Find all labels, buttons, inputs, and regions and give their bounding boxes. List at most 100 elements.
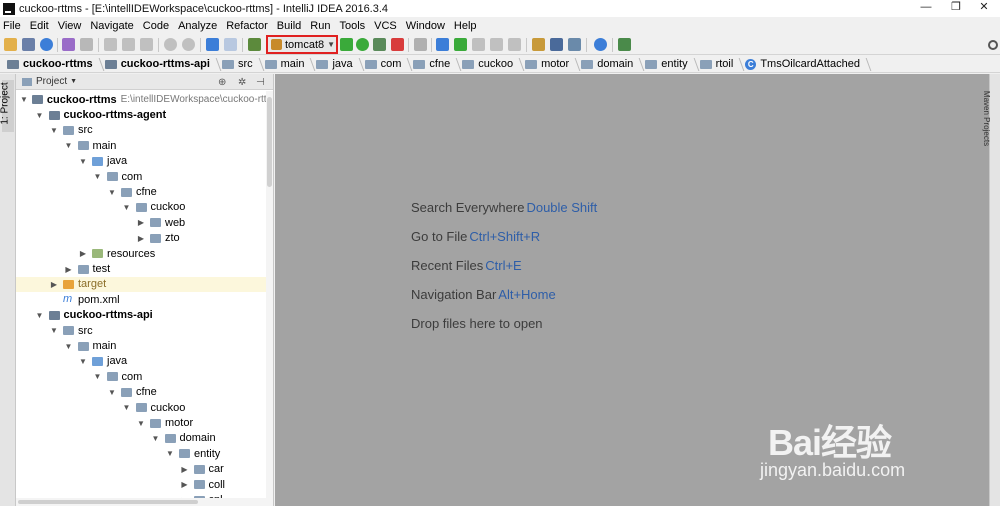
menu-item-tools[interactable]: Tools <box>339 20 365 32</box>
expand-arrow-right-icon[interactable]: ▶ <box>64 265 74 274</box>
settings-icon[interactable] <box>532 38 545 51</box>
breadcrumb-item[interactable]: entity <box>642 56 696 73</box>
project-structure-dialog-icon[interactable] <box>550 38 563 51</box>
expand-arrow-down-icon[interactable]: ▼ <box>64 141 74 150</box>
breadcrumb-item[interactable]: C TmsOilcardAttached <box>742 56 869 73</box>
menu-item-view[interactable]: View <box>58 20 82 32</box>
tree-horizontal-scrollbar[interactable] <box>16 498 266 506</box>
menu-item-code[interactable]: Code <box>143 20 169 32</box>
redo-icon[interactable] <box>80 38 93 51</box>
expand-arrow-down-icon[interactable]: ▼ <box>49 126 59 135</box>
expand-arrow-down-icon[interactable]: ▼ <box>107 388 117 397</box>
expand-arrow-down-icon[interactable]: ▼ <box>35 111 45 120</box>
expand-arrow-down-icon[interactable]: ▼ <box>107 188 117 197</box>
tree-node[interactable]: ▼ motor <box>16 415 266 430</box>
scrollbar-thumb[interactable] <box>267 97 272 187</box>
forward-icon[interactable] <box>224 38 237 51</box>
scrollbar-thumb[interactable] <box>18 500 198 504</box>
help-icon[interactable] <box>594 38 607 51</box>
gear-icon[interactable]: ✲ <box>238 77 246 88</box>
tree-node[interactable]: ▼ cuckoo-rttms E:\intellIDEWorkspace\cucko… <box>16 92 273 107</box>
tree-node[interactable]: ▼ java <box>16 154 266 169</box>
expand-arrow-down-icon[interactable]: ▼ <box>122 403 132 412</box>
expand-arrow-right-icon[interactable]: ▶ <box>49 280 59 289</box>
vcs-commit-icon[interactable] <box>454 38 467 51</box>
vcs-revert-icon[interactable] <box>508 38 521 51</box>
back-icon[interactable] <box>206 38 219 51</box>
tree-node[interactable]: ▶ web <box>16 215 266 230</box>
menu-item-run[interactable]: Run <box>310 20 330 32</box>
paste-icon[interactable] <box>140 38 153 51</box>
menu-item-analyze[interactable]: Analyze <box>178 20 217 32</box>
chevron-down-icon[interactable]: ▼ <box>70 78 77 85</box>
close-button[interactable]: ✕ <box>962 0 1000 17</box>
tree-node[interactable]: ▶ car <box>16 462 266 477</box>
breadcrumb-item[interactable]: main <box>262 56 314 73</box>
expand-arrow-down-icon[interactable]: ▼ <box>136 419 146 428</box>
tree-node[interactable]: ▶ resources <box>16 246 266 261</box>
stop-icon[interactable] <box>391 38 404 51</box>
make-project-icon[interactable] <box>248 38 261 51</box>
tree-node[interactable]: m pom.xml <box>16 292 266 307</box>
expand-arrow-right-icon[interactable]: ▶ <box>136 218 146 227</box>
tree-node[interactable]: ▼ cuckoo <box>16 400 266 415</box>
expand-arrow-down-icon[interactable]: ▼ <box>122 203 132 212</box>
menu-item-refactor[interactable]: Refactor <box>226 20 268 32</box>
tree-node[interactable]: ▼ entity <box>16 446 266 461</box>
expand-arrow-down-icon[interactable]: ▼ <box>49 326 59 335</box>
expand-arrow-right-icon[interactable]: ▶ <box>180 480 190 489</box>
expand-arrow-down-icon[interactable]: ▼ <box>20 95 28 104</box>
tree-node[interactable]: ▼ main <box>16 338 266 353</box>
expand-arrow-down-icon[interactable]: ▼ <box>165 449 175 458</box>
vcs-update-icon[interactable] <box>436 38 449 51</box>
tree-node[interactable]: ▼ com <box>16 169 266 184</box>
expand-arrow-right-icon[interactable]: ▶ <box>136 234 146 243</box>
vcs-compare-icon[interactable] <box>472 38 485 51</box>
tree-node[interactable]: ▼ main <box>16 138 266 153</box>
tree-node[interactable]: ▶ zto <box>16 231 266 246</box>
breadcrumb-item[interactable]: cuckoo-rttms-api <box>102 56 219 73</box>
open-folder-icon[interactable] <box>4 38 17 51</box>
tree-node[interactable]: ▼ domain <box>16 431 266 446</box>
menu-item-build[interactable]: Build <box>277 20 301 32</box>
tree-node[interactable]: ▼ cfne <box>16 385 266 400</box>
android-device-icon[interactable] <box>618 38 631 51</box>
expand-arrow-down-icon[interactable]: ▼ <box>93 172 103 181</box>
menu-item-navigate[interactable]: Navigate <box>90 20 133 32</box>
expand-arrow-right-icon[interactable]: ▶ <box>180 465 190 474</box>
breadcrumb-item[interactable]: src <box>219 56 262 73</box>
breadcrumb-item[interactable]: cuckoo-rttms <box>4 56 102 73</box>
undo-icon[interactable] <box>62 38 75 51</box>
tree-node[interactable]: ▼ cuckoo <box>16 200 266 215</box>
save-icon[interactable] <box>22 38 35 51</box>
replace-icon[interactable] <box>182 38 195 51</box>
vcs-history-icon[interactable] <box>490 38 503 51</box>
breadcrumb-item[interactable]: motor <box>522 56 578 73</box>
tree-node[interactable]: ▼ com <box>16 369 266 384</box>
tree-node[interactable]: ▼ java <box>16 354 266 369</box>
hide-panel-icon[interactable]: ⊣ <box>256 77 265 88</box>
find-icon[interactable] <box>164 38 177 51</box>
breadcrumb-item[interactable]: com <box>362 56 411 73</box>
tree-node[interactable]: ▼ cuckoo-rttms-api <box>16 308 266 323</box>
tree-node[interactable]: ▶ test <box>16 261 266 276</box>
tab-maven-projects[interactable]: Maven Projects <box>982 80 1000 160</box>
expand-arrow-down-icon[interactable]: ▼ <box>35 311 45 320</box>
menu-item-window[interactable]: Window <box>406 20 445 32</box>
cut-icon[interactable] <box>104 38 117 51</box>
tree-node[interactable]: ▶ target <box>16 276 266 293</box>
tree-node[interactable]: ▼ cuckoo-rttms-agent <box>16 107 266 122</box>
expand-arrow-down-icon[interactable]: ▼ <box>78 357 88 366</box>
breadcrumb-item[interactable]: cuckoo <box>459 56 522 73</box>
tree-node[interactable]: ▼ cfne <box>16 184 266 199</box>
tab-project[interactable]: 1: Project <box>0 80 14 132</box>
expand-arrow-down-icon[interactable]: ▼ <box>64 342 74 351</box>
tree-node[interactable]: ▼ src <box>16 323 266 338</box>
debug-icon[interactable] <box>356 38 369 51</box>
tree-vertical-scrollbar[interactable] <box>266 91 273 506</box>
expand-arrow-right-icon[interactable]: ▶ <box>78 249 88 258</box>
menu-item-help[interactable]: Help <box>454 20 477 32</box>
run-icon[interactable] <box>340 38 353 51</box>
tree-node[interactable]: ▼ src <box>16 123 266 138</box>
coverage-icon[interactable] <box>373 38 386 51</box>
